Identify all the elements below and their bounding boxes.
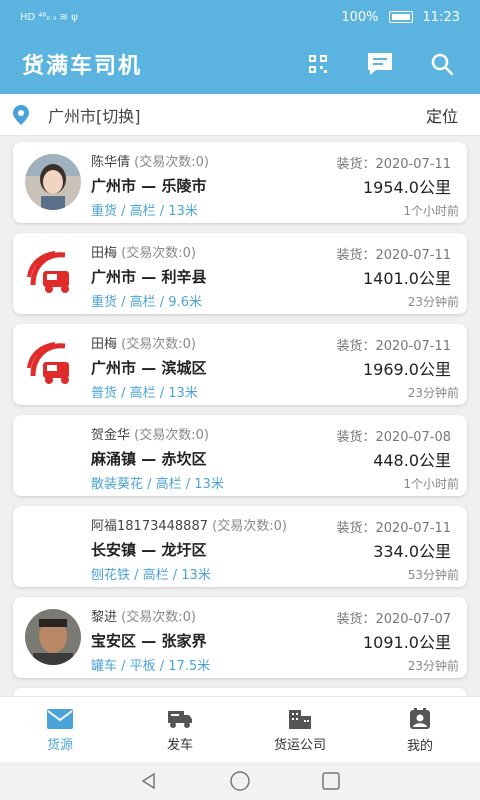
mail-icon bbox=[47, 708, 73, 729]
status-indicators: HD ⁴⁶ᵢₗ ᵢₗ ≋ ψ bbox=[20, 11, 78, 23]
shipper-name: 贺金华 (交易次数:0) bbox=[91, 428, 209, 443]
cargo-tags: 重货 / 高栏 / 9.6米 bbox=[91, 295, 202, 310]
tab-label: 我的 bbox=[406, 738, 433, 754]
distance: 1954.0公里 bbox=[363, 178, 451, 197]
recents-icon[interactable] bbox=[321, 771, 341, 791]
posted-time: 23分钟前 bbox=[407, 659, 459, 673]
route: 广州市 — 滨城区 bbox=[91, 359, 207, 377]
route: 宝安区 — 张家界 bbox=[91, 632, 207, 650]
cargo-card[interactable]: 田梅 (交易次数:0) 广州市 — 滨城区 普货 / 高栏 / 13米 装货：2… bbox=[13, 324, 467, 405]
route: 广州市 — 利辛县 bbox=[91, 268, 207, 286]
load-date: 装货：2020-07-11 bbox=[336, 157, 451, 172]
tab-dispatch[interactable]: 发车 bbox=[120, 697, 240, 763]
contact-icon bbox=[410, 707, 430, 729]
city-switch-link[interactable]: 广州市[切换] bbox=[48, 103, 426, 127]
distance: 1091.0公里 bbox=[363, 633, 451, 652]
shipper-name: 阿福18173448887 (交易次数:0) bbox=[91, 519, 287, 534]
load-date: 装货：2020-07-08 bbox=[336, 430, 451, 445]
location-pin-icon bbox=[13, 104, 29, 125]
load-date: 装货：2020-07-11 bbox=[336, 521, 451, 536]
posted-time: 23分钟前 bbox=[407, 386, 459, 400]
truck-logo-icon bbox=[25, 336, 81, 392]
distance: 1401.0公里 bbox=[363, 269, 451, 288]
truck-logo-icon bbox=[25, 245, 81, 301]
battery-icon bbox=[388, 11, 413, 23]
clock: 11:23 bbox=[422, 9, 460, 25]
distance: 448.0公里 bbox=[373, 451, 451, 470]
location-bar: 广州市[切换] 定位 bbox=[0, 94, 480, 136]
shipper-name: 陈华倩 (交易次数:0) bbox=[91, 155, 209, 170]
shipper-name: 黎进 (交易次数:0) bbox=[91, 610, 196, 625]
posted-time: 53分钟前 bbox=[407, 568, 459, 582]
cargo-tags: 刨花铁 / 高栏 / 13米 bbox=[91, 568, 211, 583]
cargo-card[interactable]: 阿福18173448887 (交易次数:0) 长安镇 — 龙圩区 刨花铁 / 高… bbox=[13, 506, 467, 587]
shipper-name: 田梅 (交易次数:0) bbox=[91, 337, 196, 352]
cargo-card[interactable]: 田梅 (交易次数:0) 广州市 — 利辛县 重货 / 高栏 / 9.6米 装货：… bbox=[13, 233, 467, 314]
cargo-card[interactable]: 陈华倩 (交易次数:0) 广州市 — 乐陵市 重货 / 高栏 / 13米 装货：… bbox=[13, 142, 467, 223]
distance: 1969.0公里 bbox=[363, 360, 451, 379]
load-date: 装货：2020-07-11 bbox=[336, 248, 451, 263]
cargo-card[interactable]: 贺金华 (交易次数:0) 麻涌镇 — 赤坎区 散装葵花 / 高栏 / 13米 装… bbox=[13, 415, 467, 496]
battery-percent: 100% bbox=[341, 9, 379, 25]
cargo-tags: 重货 / 高栏 / 13米 bbox=[91, 204, 198, 219]
shipper-name: 田梅 (交易次数:0) bbox=[91, 246, 196, 261]
cargo-list[interactable]: 陈华倩 (交易次数:0) 广州市 — 乐陵市 重货 / 高栏 / 13米 装货：… bbox=[0, 136, 480, 696]
scan-button[interactable] bbox=[302, 48, 334, 80]
status-bar: HD ⁴⁶ᵢₗ ᵢₗ ≋ ψ 100% 11:23 bbox=[0, 0, 480, 34]
cargo-card[interactable]: 黎进 (交易次数:0) 宝安区 — 张家界 罐车 / 平板 / 17.5米 装货… bbox=[13, 597, 467, 678]
search-icon bbox=[431, 53, 454, 76]
building-icon bbox=[289, 709, 311, 729]
posted-time: 23分钟前 bbox=[407, 295, 459, 309]
message-button[interactable] bbox=[364, 48, 396, 80]
truck-icon bbox=[168, 710, 192, 728]
route: 麻涌镇 — 赤坎区 bbox=[91, 450, 207, 468]
posted-time: 1个小时前 bbox=[403, 204, 459, 218]
route: 广州市 — 乐陵市 bbox=[91, 177, 207, 195]
avatar bbox=[25, 609, 81, 665]
home-icon[interactable] bbox=[229, 770, 251, 792]
system-nav-bar bbox=[0, 762, 480, 800]
cargo-card-partial[interactable] bbox=[13, 688, 467, 696]
cargo-tags: 罐车 / 平板 / 17.5米 bbox=[91, 659, 211, 674]
load-date: 装货：2020-07-11 bbox=[336, 339, 451, 354]
distance: 334.0公里 bbox=[373, 542, 451, 561]
search-button[interactable] bbox=[426, 48, 458, 80]
bottom-tab-bar: 货源 发车 货运公司 我的 bbox=[0, 696, 480, 763]
qr-scan-icon bbox=[309, 55, 327, 73]
load-date: 装货：2020-07-07 bbox=[336, 612, 451, 627]
back-icon[interactable] bbox=[139, 771, 159, 791]
tab-freight-company[interactable]: 货运公司 bbox=[240, 697, 360, 763]
cargo-tags: 普货 / 高栏 / 13米 bbox=[91, 386, 198, 401]
tab-mine[interactable]: 我的 bbox=[360, 697, 480, 763]
app-bar: 货满车司机 bbox=[0, 34, 480, 94]
locate-button[interactable]: 定位 bbox=[426, 103, 458, 127]
tab-label: 货运公司 bbox=[273, 737, 326, 753]
message-icon bbox=[368, 53, 392, 75]
cargo-tags: 散装葵花 / 高栏 / 13米 bbox=[91, 477, 224, 492]
tab-cargo[interactable]: 货源 bbox=[0, 697, 120, 763]
tab-label: 货源 bbox=[46, 737, 73, 753]
posted-time: 1个小时前 bbox=[403, 477, 459, 491]
avatar bbox=[25, 154, 81, 210]
tab-label: 发车 bbox=[166, 737, 193, 753]
route: 长安镇 — 龙圩区 bbox=[91, 541, 207, 559]
app-title: 货满车司机 bbox=[22, 54, 143, 79]
